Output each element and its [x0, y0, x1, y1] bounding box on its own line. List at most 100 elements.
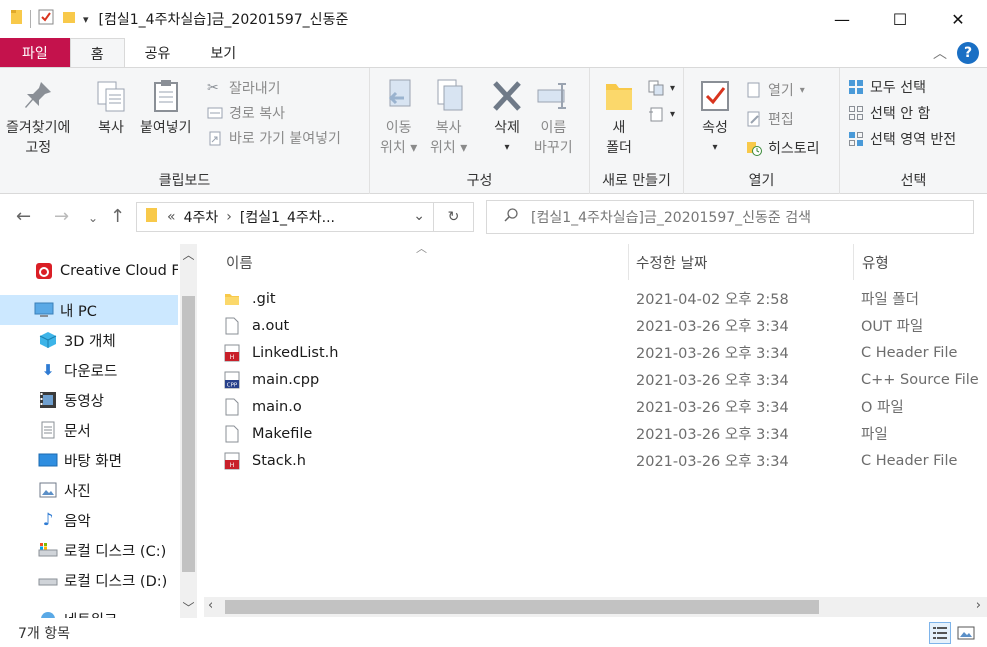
properties-dropdown-icon[interactable]: ▾ [712, 138, 717, 158]
address-history-chevron-icon[interactable]: ⌄ [413, 208, 425, 224]
nav-item-creative-cloud[interactable]: Creative Cloud Fil [0, 256, 178, 286]
file-row[interactable]: Makefile 2021-03-26 오후 3:34 파일 [222, 420, 987, 447]
details-view-icon[interactable] [929, 622, 951, 644]
new-folder-button[interactable]: 새 폴더 [602, 78, 636, 158]
close-button[interactable]: ✕ [929, 0, 987, 38]
move-to-icon [382, 78, 416, 114]
cpp-file-icon: CPP [222, 370, 242, 390]
select-none-icon [848, 105, 864, 121]
new-item-button[interactable]: ▾ [648, 76, 675, 100]
nav-item-this-pc[interactable]: 내 PC [0, 295, 178, 325]
copy-path-icon [207, 105, 223, 121]
file-name: main.o [252, 398, 302, 415]
delete-label: 삭제 [494, 120, 520, 136]
cut-label: 잘라내기 [229, 81, 281, 97]
column-header-date[interactable]: 수정한 날짜 [636, 244, 707, 280]
scroll-down-icon[interactable]: ﹀ [180, 599, 197, 616]
back-arrow-icon[interactable]: ← [16, 206, 31, 227]
file-row[interactable]: .git 2021-04-02 오후 2:58 파일 폴더 [222, 285, 987, 312]
breadcrumb-week4[interactable]: 4주차 [184, 207, 219, 227]
scrollbar-thumb[interactable] [225, 600, 819, 614]
properties-icon[interactable] [37, 8, 55, 30]
new-folder-quick-icon[interactable] [61, 9, 77, 29]
move-to-button[interactable]: 이동 위치 ▾ [380, 78, 417, 158]
address-bar[interactable]: « 4주차 › [컴실1_4주차... ⌄ ↻ [136, 202, 474, 232]
paste-shortcut-button[interactable]: 바로 가기 붙여넣기 [207, 126, 341, 150]
file-row[interactable]: CPP main.cpp 2021-03-26 오후 3:34 C++ Sour… [222, 366, 987, 393]
nav-item-downloads[interactable]: ⬇ 다운로드 [0, 355, 178, 385]
refresh-icon[interactable]: ↻ [433, 203, 473, 231]
nav-item-drive-c[interactable]: 로컬 디스크 (C:) [0, 535, 178, 565]
tab-view[interactable]: 보기 [190, 38, 256, 68]
pin-to-quick-access-button[interactable]: 즐겨찾기에 고정 [6, 78, 70, 158]
properties-button[interactable]: 속성 ▾ [698, 78, 732, 158]
up-arrow-icon[interactable]: ↑ [110, 206, 125, 227]
scroll-left-icon[interactable]: ‹ [208, 598, 213, 613]
maximize-button[interactable]: ☐ [871, 0, 929, 38]
scroll-up-icon[interactable]: ︿ [180, 246, 197, 263]
new-item-icon [648, 80, 664, 96]
copy-label: 복사 [98, 120, 124, 136]
recent-locations-chevron-icon[interactable]: ⌄ [88, 211, 98, 225]
file-type: C++ Source File [861, 371, 979, 388]
nav-item-pictures[interactable]: 사진 [0, 475, 178, 505]
file-row[interactable]: H LinkedList.h 2021-03-26 오후 3:34 C Head… [222, 339, 987, 366]
search-placeholder: [컴실1_4주차실습]금_20201597_신동준 검색 [531, 210, 812, 226]
open-button[interactable]: 열기 ▾ [746, 78, 805, 102]
nav-item-documents[interactable]: 문서 [0, 415, 178, 445]
copy-to-button[interactable]: 복사 위치 ▾ [430, 78, 467, 158]
new-folder-icon [602, 78, 636, 114]
3d-objects-icon [38, 330, 58, 350]
column-divider[interactable] [853, 244, 854, 280]
edit-button[interactable]: 편집 [746, 107, 794, 131]
move-label-text: 위치 [380, 140, 406, 156]
search-box[interactable]: [컴실1_4주차실습]금_20201597_신동준 검색 [486, 200, 974, 234]
file-list-horizontal-scrollbar[interactable]: ‹ › [204, 597, 987, 617]
nav-item-network[interactable]: 네트워크 [0, 604, 178, 618]
forward-arrow-icon[interactable]: → [54, 206, 69, 227]
customize-toolbar-icon[interactable]: ▾ [83, 13, 89, 26]
breadcrumb-overflow[interactable]: « [167, 209, 176, 225]
rename-button[interactable]: 이름 바꾸기 [534, 78, 573, 158]
column-header-type[interactable]: 유형 [862, 244, 889, 280]
select-all-icon [848, 79, 864, 95]
delete-button[interactable]: 삭제 ▾ [490, 78, 524, 158]
breadcrumb-current-folder[interactable]: [컴실1_4주차... [240, 207, 335, 227]
cut-button[interactable]: ✂ 잘라내기 [207, 76, 281, 100]
file-name: .git [252, 290, 276, 307]
file-row[interactable]: H Stack.h 2021-03-26 오후 3:34 C Header Fi… [222, 447, 987, 474]
history-icon [746, 140, 762, 156]
copy-path-button[interactable]: 경로 복사 [207, 101, 285, 125]
help-icon[interactable]: ? [957, 42, 979, 64]
view-toggle [929, 622, 977, 644]
collapse-ribbon-icon[interactable]: ︿ [933, 43, 947, 63]
nav-item-drive-d[interactable]: 로컬 디스크 (D:) [0, 565, 178, 595]
select-none-button[interactable]: 선택 안 함 [848, 101, 930, 125]
breadcrumb-separator[interactable]: › [226, 209, 232, 225]
select-group-label: 선택 [900, 173, 927, 189]
tab-file[interactable]: 파일 [0, 38, 70, 68]
paste-button[interactable]: 붙여넣기 [140, 78, 192, 138]
file-type: O 파일 [861, 400, 904, 416]
large-icons-view-icon[interactable] [955, 622, 977, 644]
history-button[interactable]: 히스토리 [746, 136, 820, 160]
navigation-pane-scrollbar[interactable]: ︿ ﹀ [180, 244, 197, 618]
nav-item-videos[interactable]: 동영상 [0, 385, 178, 415]
tab-home[interactable]: 홈 [69, 38, 125, 68]
file-row[interactable]: main.o 2021-03-26 오후 3:34 O 파일 [222, 393, 987, 420]
copy-button[interactable]: 복사 [94, 78, 128, 138]
invert-selection-button[interactable]: 선택 영역 반전 [848, 127, 956, 151]
tab-share[interactable]: 공유 [125, 38, 191, 68]
column-header-name[interactable]: 이름 [226, 244, 253, 280]
file-row[interactable]: a.out 2021-03-26 오후 3:34 OUT 파일 [222, 312, 987, 339]
minimize-button[interactable]: — [813, 0, 871, 38]
column-divider[interactable] [628, 244, 629, 280]
scrollbar-thumb[interactable] [182, 296, 195, 572]
nav-item-desktop[interactable]: 바탕 화면 [0, 445, 178, 475]
select-all-button[interactable]: 모두 선택 [848, 75, 926, 99]
nav-item-music[interactable]: ♪ 음악 [0, 505, 178, 535]
delete-dropdown-icon[interactable]: ▾ [504, 138, 509, 158]
scroll-right-icon[interactable]: › [976, 598, 981, 613]
nav-item-3d-objects[interactable]: 3D 개체 [0, 325, 178, 355]
easy-access-button[interactable]: ▾ [648, 102, 675, 126]
